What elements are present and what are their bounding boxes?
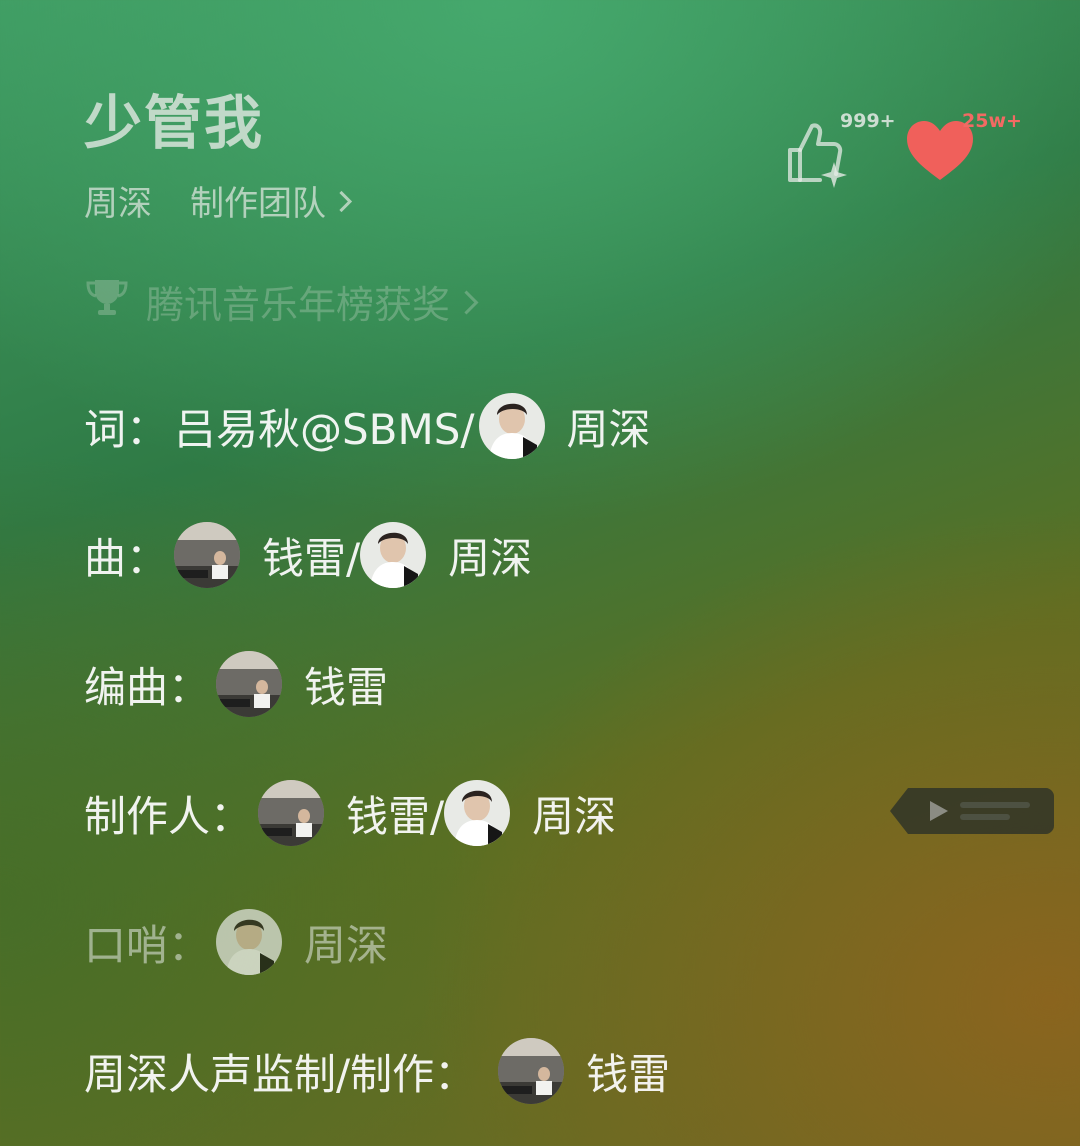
chevron-right-icon xyxy=(454,290,479,315)
credit-row-producer: 制作人： 钱雷/ 周深 xyxy=(84,779,984,847)
person-name: 周深 xyxy=(532,791,617,841)
avatar xyxy=(216,909,283,975)
person-name: 周深 xyxy=(448,533,533,583)
credit-role: 周深人声监制/制作： xyxy=(84,1049,477,1099)
favorite-button[interactable]: 25w+ xyxy=(904,110,1034,190)
avatar xyxy=(216,651,283,717)
credit-person-zhoushen[interactable]: 周深 xyxy=(475,393,651,459)
like-button[interactable]: 999+ xyxy=(784,110,896,190)
award-label: 腾讯音乐年榜获奖 xyxy=(146,283,451,327)
avatar xyxy=(258,780,325,846)
credit-person-zhoushen[interactable]: 周深 xyxy=(360,522,532,588)
credits-list: 词： 吕易秋@SBMS/ 周深 曲： 钱雷/ 周深 编曲： 钱雷 制作人： 钱雷… xyxy=(84,392,984,1146)
song-meta: 周深 制作团队 xyxy=(84,176,353,225)
avatar xyxy=(478,393,545,459)
avatar xyxy=(174,522,241,588)
credit-person-qianlei[interactable]: 钱雷 xyxy=(216,651,388,717)
credit-person-qianlei[interactable]: 钱雷 xyxy=(482,1038,670,1104)
floating-player-tab[interactable] xyxy=(890,788,1054,834)
award-link[interactable]: 腾讯音乐年榜获奖 xyxy=(84,274,479,329)
person-name: 周深 xyxy=(304,920,389,970)
avatar xyxy=(498,1038,565,1104)
credit-person-zhoushen[interactable]: 周深 xyxy=(444,780,616,846)
credit-role: 曲： xyxy=(84,533,169,583)
credit-person-qianlei[interactable]: 钱雷/ xyxy=(174,522,360,588)
avatar xyxy=(360,522,427,588)
person-name: 周深 xyxy=(566,404,651,454)
person-name: 钱雷/ xyxy=(346,791,445,841)
person-name: 钱雷/ xyxy=(262,533,361,583)
credit-row-vocal-producer: 周深人声监制/制作： 钱雷 xyxy=(84,1037,984,1105)
person-name: 钱雷 xyxy=(586,1049,671,1099)
trophy-icon xyxy=(84,277,130,326)
like-count: 999+ xyxy=(840,110,896,132)
artist-link[interactable]: 周深 xyxy=(84,176,152,225)
credit-row-arranger: 编曲： 钱雷 xyxy=(84,650,984,718)
song-title: 少管我 xyxy=(84,89,265,157)
credit-role: 制作人： xyxy=(84,791,253,841)
credit-row-composer: 曲： 钱雷/ 周深 xyxy=(84,521,984,589)
credit-role: 口哨： xyxy=(84,920,211,970)
credit-person-zhoushen[interactable]: 周深 xyxy=(216,909,388,975)
avatar xyxy=(444,780,511,846)
production-team-link[interactable]: 制作团队 xyxy=(190,176,353,225)
credit-person-qianlei[interactable]: 钱雷/ xyxy=(258,780,444,846)
credit-text: 吕易秋@SBMS/ xyxy=(174,404,475,454)
person-name: 钱雷 xyxy=(304,662,389,712)
credit-row-lyrics: 词： 吕易秋@SBMS/ 周深 xyxy=(84,392,984,460)
chevron-right-icon xyxy=(330,190,353,213)
credit-row-whistle: 口哨： 周深 xyxy=(84,908,984,976)
play-tab-icon xyxy=(890,788,1054,834)
credit-role: 词： xyxy=(84,404,169,454)
production-team-label: 制作团队 xyxy=(190,184,326,224)
credit-role: 编曲： xyxy=(84,662,211,712)
favorite-count: 25w+ xyxy=(962,110,1022,132)
